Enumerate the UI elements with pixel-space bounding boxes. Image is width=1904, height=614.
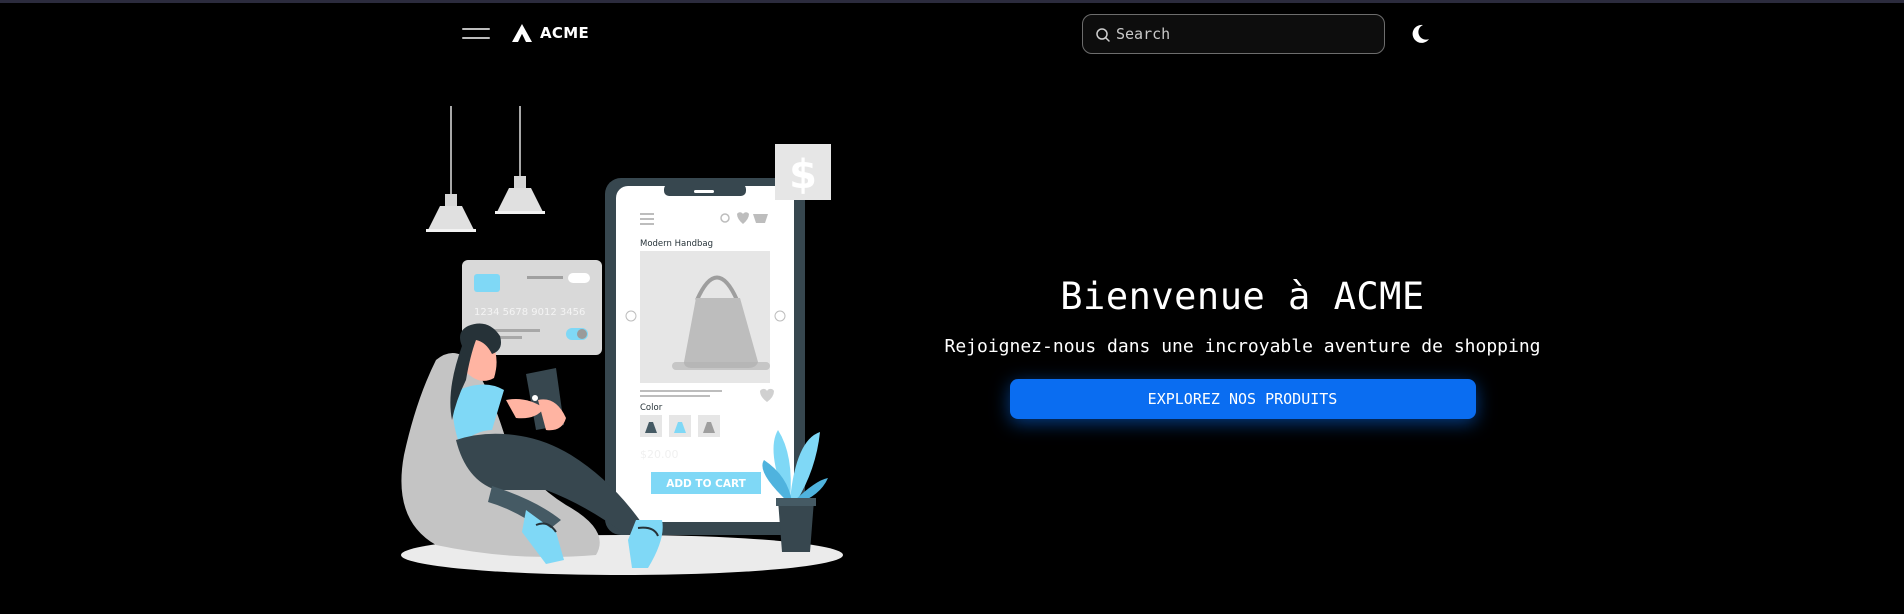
card-number: 1234 5678 9012 3456	[474, 307, 585, 318]
moon-icon[interactable]	[1409, 23, 1431, 45]
product-title: Modern Handbag	[640, 239, 713, 249]
dollar-sign-icon: $	[775, 144, 831, 200]
color-label: Color	[640, 403, 663, 413]
hero-section: Bienvenue à ACME Rejoignez-nous dans une…	[940, 275, 1545, 419]
lamp-icon	[426, 106, 476, 232]
dollar-label: $	[789, 152, 817, 198]
brand-name[interactable]: ACME	[540, 24, 589, 42]
search-icon	[1096, 28, 1110, 42]
hamburger-menu-icon[interactable]	[462, 22, 490, 42]
search-box[interactable]	[1082, 14, 1385, 54]
lamp-icon	[495, 106, 545, 214]
hero-title: Bienvenue à ACME	[1060, 275, 1425, 318]
hero-subtitle: Rejoignez-nous dans une incroyable avent…	[944, 336, 1541, 357]
search-input[interactable]	[1116, 21, 1376, 47]
price: $20.00	[640, 448, 679, 461]
navbar: ACME	[0, 3, 1904, 65]
acme-logo-icon[interactable]	[511, 23, 533, 43]
shopping-illustration: 1234 5678 9012 3456 Modern Handbag Color	[401, 106, 843, 575]
explore-products-button[interactable]: EXPLOREZ NOS PRODUITS	[1009, 379, 1476, 419]
add-to-cart-label: ADD TO CART	[666, 478, 746, 490]
